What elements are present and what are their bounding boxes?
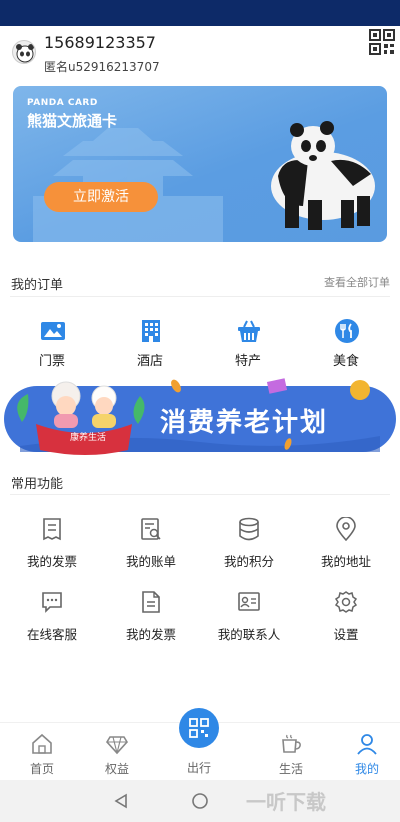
order-specialty[interactable]: 特产 — [213, 318, 283, 378]
func-label: 我的账单 — [125, 554, 176, 569]
func-label: 我的联系人 — [217, 627, 281, 642]
tab-home[interactable]: 首页 — [7, 723, 77, 781]
food-icon — [334, 318, 360, 344]
panda-illustration — [253, 116, 383, 231]
user-phone: 15689123357 — [44, 33, 156, 52]
tab-label: 我的 — [354, 762, 379, 776]
tab-label: 权益 — [104, 762, 129, 776]
avatar[interactable] — [12, 40, 36, 64]
tab-mine[interactable]: 我的 — [332, 723, 400, 781]
user-icon — [356, 733, 378, 755]
bill-icon — [140, 517, 162, 541]
func-settings[interactable]: 设置 — [301, 590, 391, 650]
card-chinese-title: 熊猫文旅通卡 — [27, 112, 118, 130]
basket-icon — [236, 318, 262, 344]
system-nav-bar — [0, 780, 400, 822]
order-label: 美食 — [332, 354, 359, 369]
functions-title: 常用功能 — [11, 477, 64, 492]
func-points[interactable]: 我的积分 — [204, 517, 294, 577]
gear-icon — [334, 590, 358, 614]
qr-scan-icon — [179, 708, 219, 748]
func-label: 我的地址 — [320, 554, 371, 569]
divider — [10, 296, 390, 297]
tab-label: 出行 — [186, 761, 211, 775]
order-ticket[interactable]: 门票 — [17, 318, 87, 378]
cup-icon — [280, 733, 302, 755]
order-food[interactable]: 美食 — [311, 318, 381, 378]
functions-header: 常用功能 — [0, 467, 400, 497]
home-nav-icon[interactable] — [192, 793, 208, 809]
order-label: 特产 — [234, 354, 261, 369]
watermark: 一听下载 — [246, 790, 326, 814]
func-contacts[interactable]: 我的联系人 — [204, 590, 294, 650]
panda-card-banner[interactable]: PANDA CARD 熊猫文旅通卡 立即激活 — [13, 86, 387, 242]
contact-card-icon — [238, 590, 260, 614]
tab-label: 首页 — [29, 762, 54, 776]
invoice-icon — [41, 517, 63, 541]
user-anonymous-id: 匿名u52916213707 — [44, 60, 160, 74]
document-icon — [140, 590, 162, 614]
card-english-title: PANDA CARD — [27, 98, 98, 108]
func-label: 我的发票 — [26, 554, 77, 569]
divider — [10, 494, 390, 495]
banner-sign: 康养生活 — [70, 433, 107, 443]
status-bar — [0, 0, 400, 26]
diamond-icon — [106, 733, 128, 755]
func-support[interactable]: 在线客服 — [7, 590, 97, 650]
home-icon — [31, 733, 53, 755]
tab-benefits[interactable]: 权益 — [82, 723, 152, 781]
profile-header: 15689123357 匿名u52916213707 — [0, 26, 400, 82]
orders-header: 我的订单 查看全部订单 — [0, 268, 400, 298]
order-label: 酒店 — [136, 354, 163, 369]
func-label: 我的积分 — [223, 554, 274, 569]
points-icon — [238, 517, 260, 541]
back-icon[interactable] — [114, 793, 127, 809]
order-label: 门票 — [38, 354, 65, 369]
order-hotel[interactable]: 酒店 — [115, 318, 185, 378]
tab-travel[interactable]: 出行 — [164, 708, 234, 780]
func-label: 设置 — [333, 627, 359, 642]
qr-code-icon[interactable] — [368, 28, 396, 56]
tab-label: 生活 — [278, 762, 303, 776]
func-label: 在线客服 — [26, 627, 77, 642]
banner-title: 消费养老计划 — [160, 408, 329, 438]
view-all-orders-link[interactable]: 查看全部订单 — [324, 274, 390, 290]
elderly-care-banner[interactable]: 康养生活 消费养老计划 — [0, 372, 400, 460]
func-address[interactable]: 我的地址 — [301, 516, 391, 577]
location-icon — [335, 516, 357, 542]
func-label: 我的发票 — [125, 627, 176, 642]
hotel-icon — [138, 318, 164, 344]
func-invoice[interactable]: 我的发票 — [7, 517, 97, 577]
orders-title: 我的订单 — [11, 278, 64, 293]
func-bill[interactable]: 我的账单 — [106, 517, 196, 577]
chat-icon — [41, 590, 63, 614]
ticket-icon — [40, 318, 66, 344]
tab-life[interactable]: 生活 — [256, 723, 326, 781]
func-invoice-2[interactable]: 我的发票 — [106, 590, 196, 650]
activate-button[interactable]: 立即激活 — [44, 182, 158, 212]
